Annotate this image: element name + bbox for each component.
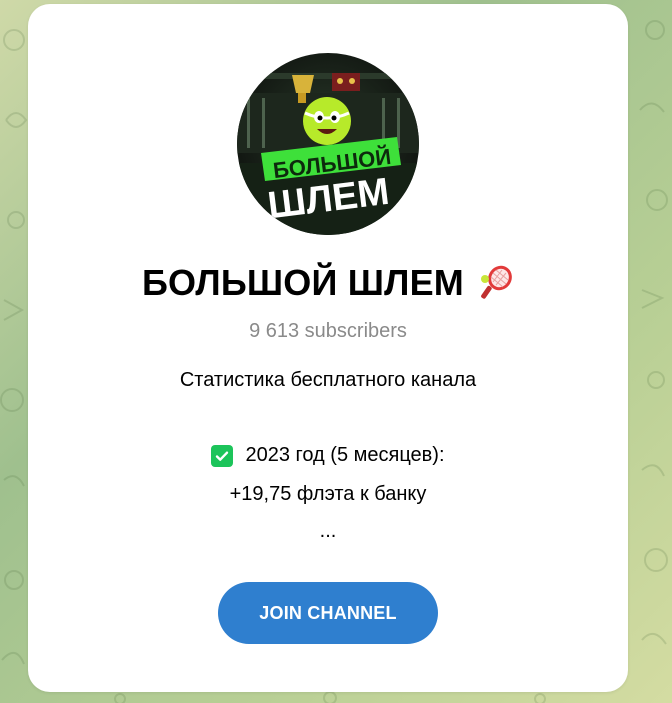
check-mark-button-icon — [211, 444, 234, 467]
channel-avatar: БОЛЬШОЙ ШЛЕМ — [237, 53, 419, 235]
channel-title: БОЛЬШОЙ ШЛЕМ — [141, 262, 464, 303]
description-line-1: Статистика бесплатного канала — [179, 369, 477, 391]
description-line-4: ... — [319, 520, 337, 542]
description-line-2: 2023 год (5 месяцев): — [28, 444, 628, 467]
description-line-2-text: 2023 год (5 месяцев): — [245, 444, 445, 466]
tennis-racket-icon — [481, 265, 512, 299]
join-channel-button[interactable]: JOIN CHANNEL — [218, 582, 438, 644]
channel-title-row: БОЛЬШОЙ ШЛЕМ — [28, 262, 628, 304]
description-line-3: +19,75 флэта к банку — [229, 483, 427, 505]
subscriber-count: 9 613 subscribers — [249, 320, 407, 342]
channel-card: БОЛЬШОЙ ШЛЕМ БОЛЬШОЙ ШЛЕМ 9 613 subscrib… — [28, 4, 628, 692]
avatar-image: БОЛЬШОЙ ШЛЕМ — [237, 73, 419, 235]
